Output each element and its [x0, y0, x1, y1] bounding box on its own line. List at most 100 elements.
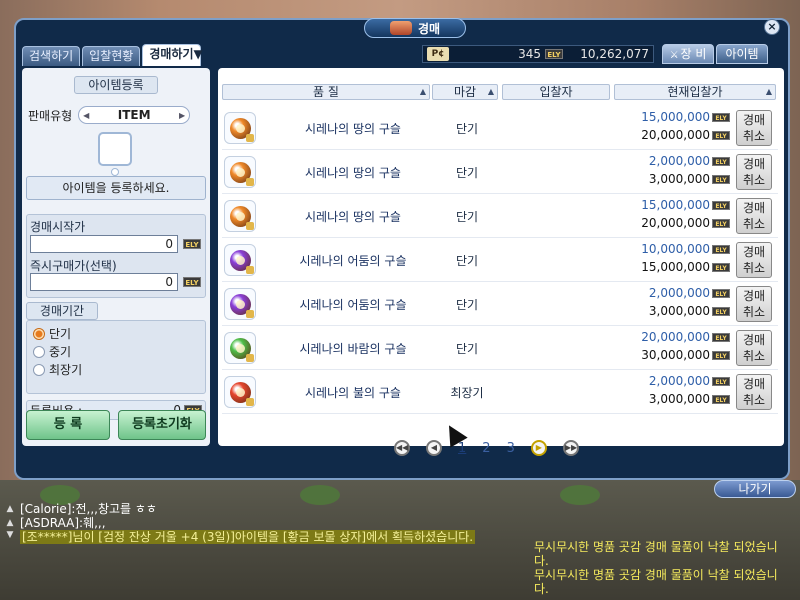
inventory-tabs: ⚔ 장 비 아이템 [662, 44, 768, 64]
tab-items-label: 아이템 [725, 47, 759, 61]
radio-icon[interactable] [33, 363, 45, 376]
arrow-left-icon[interactable]: ◀ [83, 111, 89, 120]
wind-orb-icon [224, 332, 256, 364]
lock-icon [246, 178, 254, 186]
chat-line: ▲ [ASDRAA]:훼,,, [4, 516, 524, 530]
auction-row[interactable]: 시레나의 바람의 구슬 단기 20,000,000 ELY 30,000,000… [222, 326, 778, 370]
cancel-auction-button[interactable]: 경매 취소 [736, 110, 772, 146]
tab-items[interactable]: 아이템 [716, 44, 768, 64]
ely-icon: ELY [712, 219, 730, 228]
start-bid: 2,000,000 [648, 286, 710, 300]
sale-type-select[interactable]: ◀ ITEM ▶ [78, 106, 191, 124]
column-current-bid[interactable]: 현재입찰가 ▲ [614, 84, 776, 100]
close-button[interactable]: × [764, 19, 780, 35]
item-name: 시레나의 땅의 구슬 [305, 166, 401, 180]
period-short-label: 단기 [49, 327, 72, 341]
sale-type-row: 판매유형 ◀ ITEM ▶ [28, 106, 191, 124]
start-bid: 15,000,000 [641, 198, 710, 212]
cancel-auction-button[interactable]: 경매 취소 [736, 286, 772, 322]
cancel-line-2: 취소 [742, 261, 766, 275]
radio-checked-icon[interactable] [33, 327, 45, 340]
sale-type-label: 판매유형 [28, 108, 73, 123]
cancel-line-2: 취소 [742, 305, 766, 319]
tab-equipment[interactable]: ⚔ 장 비 [662, 44, 714, 64]
sort-icon[interactable]: ▲ [488, 85, 494, 99]
auction-row[interactable]: 시레나의 땅의 구슬 단기 15,000,000 ELY 20,000,000 … [222, 106, 778, 150]
chat-line: ▲ [Calorie]:전,,,창고를 ㅎㅎ [4, 502, 524, 516]
prev-page-icon[interactable]: ◀ [426, 440, 442, 456]
gavel-icon [389, 21, 412, 35]
register-button[interactable]: 등 록 [26, 410, 110, 440]
cancel-auction-button[interactable]: 경매 취소 [736, 198, 772, 234]
column-quality[interactable]: 품 질 ▲ [222, 84, 430, 100]
period-long-label: 최장기 [49, 363, 83, 377]
cancel-line-1: 경매 [742, 333, 766, 347]
cancel-auction-button[interactable]: 경매 취소 [736, 242, 772, 278]
earth-orb-icon [224, 156, 256, 188]
auction-row[interactable]: 시레나의 어둠의 구슬 단기 10,000,000 ELY 15,000,000… [222, 238, 778, 282]
page-2[interactable]: 2 [482, 441, 490, 456]
column-deadline-label: 마감 [453, 85, 477, 99]
item-slot[interactable] [98, 132, 132, 166]
cancel-auction-button[interactable]: 경매 취소 [736, 330, 772, 366]
current-bid: 3,000,000 [648, 304, 710, 318]
auction-row[interactable]: 시레나의 땅의 구슬 단기 2,000,000 ELY 3,000,000 EL… [222, 150, 778, 194]
next-page-icon[interactable]: ▶ [530, 440, 547, 456]
page-3[interactable]: 3 [507, 441, 515, 456]
ely-icon: ELY [545, 49, 563, 59]
start-price-input[interactable]: 0 [30, 235, 178, 253]
dark-orb-icon [224, 244, 256, 276]
sort-icon[interactable]: ▲ [766, 85, 772, 99]
item-name: 시레나의 바람의 구슬 [299, 342, 407, 356]
tab-auction[interactable]: 경매하기 [142, 44, 201, 66]
page-1[interactable]: 1 [458, 441, 466, 456]
cancel-line-1: 경매 [742, 245, 766, 259]
period-long-option[interactable]: 최장기 [33, 361, 82, 378]
cancel-line-2: 취소 [742, 349, 766, 363]
period-short-option[interactable]: 단기 [33, 325, 71, 342]
last-page-icon[interactable]: ▶▶ [562, 440, 579, 456]
column-bidder-label: 입찰자 [539, 85, 573, 99]
buyout-price-input[interactable]: 0 [30, 273, 178, 291]
chat-line: ▼ [조*****]님이 [검정 잔상 거울 +4 (3일)]아이템을 [황금 … [4, 530, 524, 544]
column-deadline[interactable]: 마감 ▲ [432, 84, 498, 100]
cancel-line-1: 경매 [742, 201, 766, 215]
auction-dialog: 경매 × 검색하기 입찰현황 경매하기 P¢ 345 ELY 10,262,07… [14, 18, 796, 498]
cancel-line-2: 취소 [742, 173, 766, 187]
fire-orb-icon [224, 376, 256, 408]
pc-icon: P¢ [427, 47, 449, 61]
ely-icon: ELY [712, 289, 730, 298]
chat-arrow-icon: ▲ [6, 504, 14, 514]
first-page-icon[interactable]: ◀◀ [394, 440, 410, 456]
auction-row[interactable]: 시레나의 불의 구슬 최장기 2,000,000 ELY 3,000,000 E… [222, 370, 778, 414]
start-price-label: 경매시작가 [30, 220, 86, 234]
register-hint: 아이템을 등록하세요. [26, 176, 206, 200]
cancel-line-1: 경매 [742, 289, 766, 303]
auction-row[interactable]: 시레나의 어둠의 구슬 단기 2,000,000 ELY 3,000,000 E… [222, 282, 778, 326]
arrow-right-icon[interactable]: ▶ [179, 111, 185, 120]
start-bid: 15,000,000 [641, 110, 710, 124]
item-period: 단기 [455, 166, 479, 180]
current-bid: 20,000,000 [641, 216, 710, 230]
chat-system-message: [조*****]님이 [검정 잔상 거울 +4 (3일)]아이템을 [황금 보물… [20, 530, 476, 544]
start-bid: 2,000,000 [648, 154, 710, 168]
cancel-auction-button[interactable]: 경매 취소 [736, 154, 772, 190]
item-name: 시레나의 불의 구슬 [305, 386, 401, 400]
reset-register-button[interactable]: 등록초기화 [118, 410, 206, 440]
lock-icon [246, 222, 254, 230]
column-bidder[interactable]: 입찰자 [502, 84, 610, 100]
lock-icon [246, 134, 254, 142]
radio-icon[interactable] [33, 345, 45, 358]
chat-message: [ASDRAA]:훼,,, [20, 516, 106, 530]
tab-search[interactable]: 검색하기 [22, 46, 81, 66]
item-name: 시레나의 어둠의 구슬 [299, 298, 407, 312]
tab-bid-status[interactable]: 입찰현황 [82, 46, 141, 66]
cancel-auction-button[interactable]: 경매 취소 [736, 374, 772, 410]
cancel-line-1: 경매 [742, 377, 766, 391]
sort-icon[interactable]: ▲ [420, 85, 426, 99]
column-quality-label: 품 질 [313, 85, 339, 99]
exit-button[interactable]: 나가기 [714, 480, 796, 498]
period-medium-option[interactable]: 중기 [33, 343, 71, 360]
ely-icon: ELY [712, 351, 730, 360]
auction-row[interactable]: 시레나의 땅의 구슬 단기 15,000,000 ELY 20,000,000 … [222, 194, 778, 238]
